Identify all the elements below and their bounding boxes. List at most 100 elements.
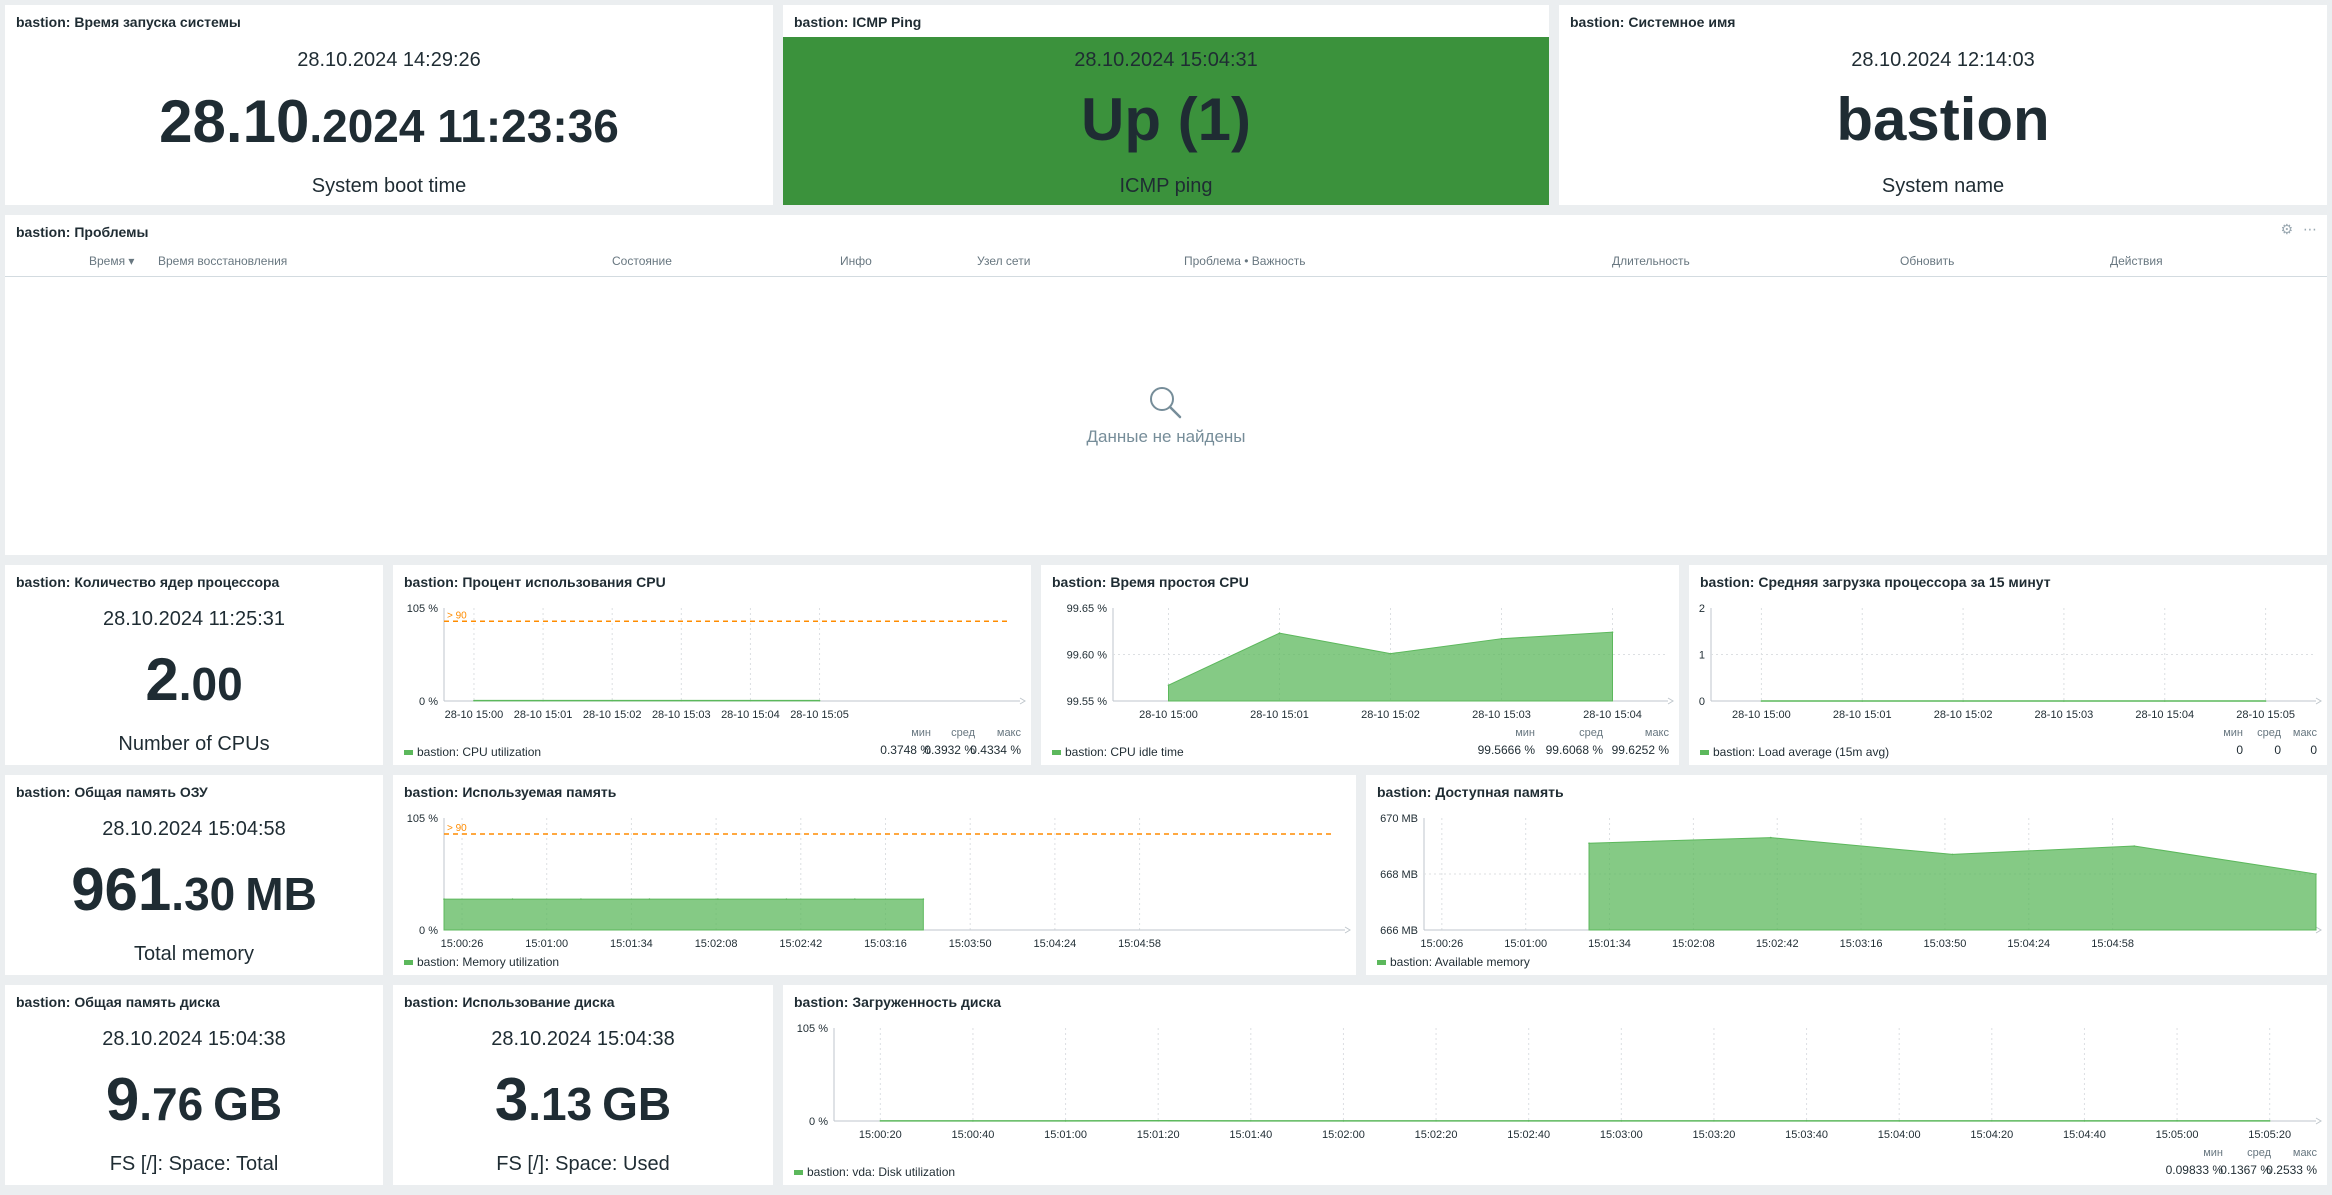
data-point bbox=[854, 898, 856, 900]
widget-cpu-utilization[interactable]: bastion: Процент использования CPU 105 %… bbox=[393, 565, 1031, 765]
empty-message: Данные не найдены bbox=[1086, 427, 1246, 446]
x-tick-label: 28-10 15:01 bbox=[1833, 709, 1892, 721]
data-point bbox=[2083, 1120, 2086, 1122]
stat-avg: сред 99.6068 % bbox=[1545, 727, 1603, 757]
data-point bbox=[2268, 1120, 2271, 1122]
data-point bbox=[922, 898, 925, 900]
timestamp: 28.10.2024 14:29:26 bbox=[297, 49, 481, 71]
value: 28.10.2024 11:23:36 bbox=[159, 88, 619, 155]
data-point bbox=[648, 898, 651, 900]
column-recovery[interactable]: Время восстановления bbox=[158, 254, 287, 268]
widget-title: bastion: Время запуска системы bbox=[16, 14, 241, 30]
data-point bbox=[1620, 1120, 1623, 1122]
x-axis-arrow bbox=[1019, 697, 1026, 705]
widget-problems[interactable]: bastion: Проблемы ⚙ ⋯ Время ▾ Время восс… bbox=[5, 215, 2327, 555]
y-tick-label: 1 bbox=[1699, 650, 1705, 662]
x-tick-label: 28-10 15:05 bbox=[2236, 709, 2295, 721]
x-tick-label: 15:01:00 bbox=[1504, 938, 1547, 950]
widget-disk-total[interactable]: bastion: Общая память диска 28.10.2024 1… bbox=[5, 985, 383, 1185]
widget-title: bastion: Использование диска bbox=[404, 994, 615, 1010]
data-point bbox=[749, 699, 752, 702]
data-point bbox=[1962, 700, 1964, 702]
column-status[interactable]: Состояние bbox=[612, 254, 672, 268]
item-description: ICMP ping bbox=[1119, 175, 1213, 197]
x-tick-label: 28-10 15:00 bbox=[445, 709, 504, 721]
x-tick-label: 15:01:40 bbox=[1229, 1129, 1272, 1141]
problems-table-header: Время ▾ Время восстановления Состояние И… bbox=[5, 247, 2327, 277]
x-tick-label: 15:04:40 bbox=[2063, 1129, 2106, 1141]
widget-total-memory[interactable]: bastion: Общая память ОЗУ 28.10.2024 15:… bbox=[5, 775, 383, 975]
column-actions[interactable]: Действия bbox=[2110, 254, 2163, 268]
widget-boot-time[interactable]: bastion: Время запуска системы 28.10.202… bbox=[5, 5, 773, 205]
x-tick-label: 15:04:20 bbox=[1970, 1129, 2013, 1141]
value: 961.30 MB bbox=[71, 856, 317, 923]
column-duration[interactable]: Длительность bbox=[1612, 254, 1690, 268]
widget-disk-utilization[interactable]: bastion: Загруженность диска 105 % 0 % 15:… bbox=[783, 985, 2327, 1185]
data-point bbox=[1769, 836, 1772, 839]
data-point bbox=[1527, 1120, 1530, 1122]
data-point bbox=[818, 699, 821, 702]
value: 9.76 GB bbox=[105, 1066, 283, 1133]
timestamp: 28.10.2024 11:25:31 bbox=[102, 608, 286, 630]
more-icon[interactable]: ⋯ bbox=[2303, 221, 2317, 238]
y-tick-label: 105 % bbox=[407, 603, 438, 615]
widget-cpu-idle[interactable]: bastion: Время простоя CPU 99.65 % 99.60 … bbox=[1041, 565, 1679, 765]
x-tick-label: 15:03:50 bbox=[1924, 938, 1967, 950]
y-tick-label: 0 % bbox=[809, 1116, 828, 1128]
widget-load-average[interactable]: bastion: Средняя загрузка процессора за … bbox=[1689, 565, 2327, 765]
x-tick-label: 15:02:08 bbox=[695, 938, 738, 950]
timestamp: 28.10.2024 15:04:58 bbox=[102, 818, 286, 840]
series-area bbox=[443, 898, 924, 931]
data-point bbox=[2315, 873, 2317, 875]
x-tick-label: 28-10 15:02 bbox=[1361, 709, 1420, 721]
series-area bbox=[1168, 631, 1613, 702]
x-tick-label: 15:03:16 bbox=[1840, 938, 1883, 950]
data-point bbox=[473, 699, 475, 702]
column-update[interactable]: Обновить bbox=[1900, 254, 1954, 268]
widget-title: bastion: Общая память ОЗУ bbox=[16, 784, 208, 800]
data-point bbox=[1278, 632, 1281, 634]
column-time[interactable]: Время ▾ bbox=[89, 254, 134, 268]
data-point bbox=[2163, 700, 2166, 702]
widget-icmp-ping[interactable]: bastion: ICMP Ping 28.10.2024 15:04:31 U… bbox=[783, 5, 1549, 205]
legend-memory-available: bastion: Available memory bbox=[1377, 955, 1530, 969]
x-tick-label: 15:00:40 bbox=[952, 1129, 995, 1141]
x-tick-label: 15:01:34 bbox=[1588, 938, 1631, 950]
widget-memory-available[interactable]: bastion: Доступная память 670 MB 668 MB 66… bbox=[1366, 775, 2327, 975]
widget-system-name[interactable]: bastion: Системное имя 28.10.2024 12:14:… bbox=[1559, 5, 2327, 205]
legend-load-average: bastion: Load average (15m avg) bbox=[1700, 745, 1889, 759]
column-host[interactable]: Узел сети bbox=[977, 254, 1030, 268]
widget-disk-used[interactable]: bastion: Использование диска 28.10.2024 … bbox=[393, 985, 773, 1185]
y-tick-label: 0 % bbox=[419, 925, 438, 937]
y-tick-label: 2 bbox=[1699, 603, 1705, 615]
gear-icon[interactable]: ⚙ bbox=[2280, 221, 2293, 238]
data-point bbox=[443, 898, 445, 900]
timestamp: 28.10.2024 15:04:38 bbox=[102, 1028, 286, 1050]
data-point bbox=[1861, 700, 1864, 702]
y-tick-label: 99.60 % bbox=[1067, 650, 1108, 662]
data-point bbox=[1611, 631, 1614, 633]
data-point bbox=[611, 699, 613, 702]
widget-title: bastion: ICMP Ping bbox=[783, 5, 1549, 37]
data-point bbox=[1435, 1120, 1437, 1122]
x-tick-label: 28-10 15:04 bbox=[721, 709, 780, 721]
data-point bbox=[1250, 1120, 1252, 1122]
item-description: System name bbox=[1881, 175, 2005, 197]
data-point bbox=[680, 699, 683, 702]
x-tick-label: 15:01:00 bbox=[1044, 1129, 1087, 1141]
data-point bbox=[1389, 652, 1392, 655]
y-tick-label: 668 MB bbox=[1380, 869, 1418, 881]
column-info[interactable]: Инфо bbox=[840, 254, 872, 268]
x-tick-label: 28-10 15:01 bbox=[1250, 709, 1309, 721]
x-tick-label: 15:01:20 bbox=[1137, 1129, 1180, 1141]
x-tick-label: 28-10 15:04 bbox=[2135, 709, 2194, 721]
x-tick-label: 15:02:42 bbox=[1756, 938, 1799, 950]
value: bastion bbox=[1836, 86, 2050, 153]
widget-memory-used[interactable]: bastion: Используемая память 105 % 0 % 15:… bbox=[393, 775, 1356, 975]
widget-title: bastion: Системное имя bbox=[1570, 14, 1736, 30]
x-tick-label: 15:02:42 bbox=[779, 938, 822, 950]
widget-cpu-count[interactable]: bastion: Количество ядер процессора 28.1… bbox=[5, 565, 383, 765]
column-problem[interactable]: Проблема • Важность bbox=[1184, 254, 1306, 268]
x-tick-label: 15:01:34 bbox=[610, 938, 653, 950]
x-axis-arrow bbox=[1667, 697, 1674, 705]
